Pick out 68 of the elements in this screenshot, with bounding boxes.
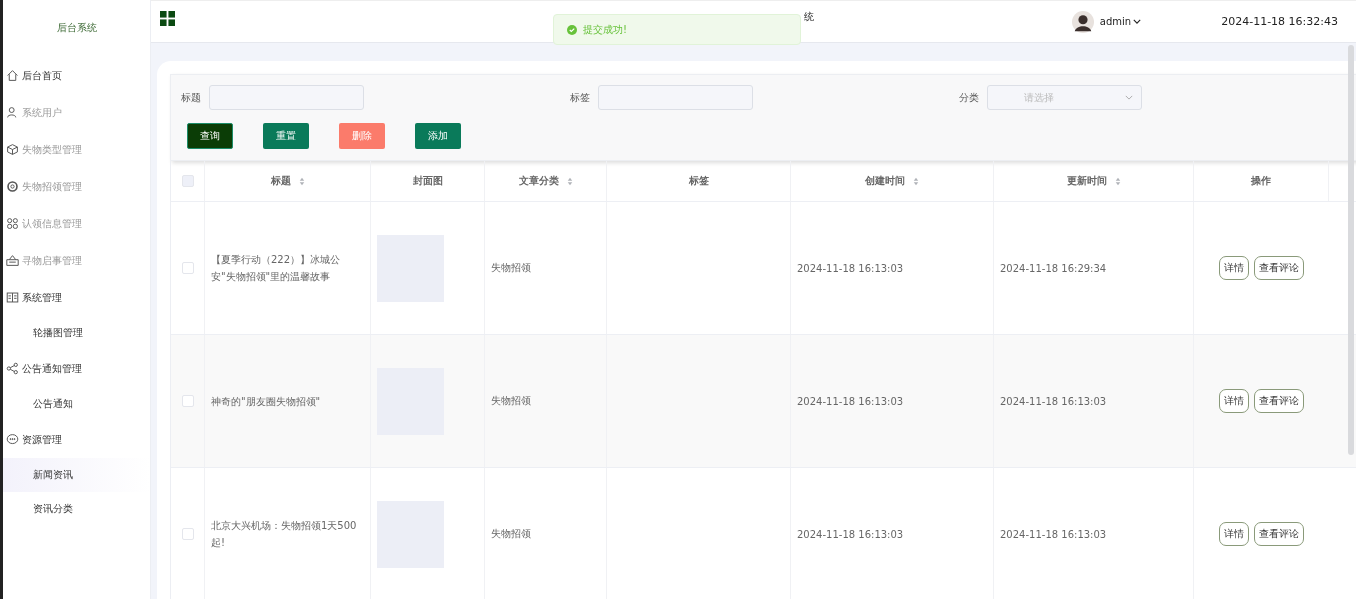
input-field[interactable] — [598, 85, 753, 110]
sort-icon[interactable] — [913, 176, 919, 186]
menu-icon[interactable] — [160, 11, 175, 26]
reset-button[interactable]: 重置 — [263, 123, 309, 149]
query-button[interactable]: 查询 — [187, 123, 233, 149]
table-cell: 失物招领 — [491, 394, 531, 408]
add-button[interactable]: 添加 — [415, 123, 461, 149]
input-field[interactable] — [209, 85, 364, 110]
column-header: 标题 — [270, 174, 291, 188]
sort-icon[interactable] — [566, 176, 573, 186]
board-icon — [6, 254, 19, 267]
datetime: 2024-11-18 16:32:43 — [1221, 15, 1338, 28]
view-comments-button[interactable]: 查看评论 — [1254, 256, 1304, 280]
gear-icon — [6, 180, 19, 193]
caret-icon[interactable] — [1133, 19, 1142, 24]
table-cell-text: 北京大兴机场：失物招领1天500起! — [211, 519, 358, 550]
table-cell: 2024-11-18 16:13:03 — [1000, 395, 1107, 407]
column-header: 标签 — [688, 174, 709, 188]
sidebar-item[interactable]: 轮播图管理 — [3, 316, 150, 350]
view-comments-button[interactable]: 查看评论 — [1254, 389, 1304, 413]
table-cell: 失物招领 — [491, 261, 531, 275]
panel-icon — [6, 291, 19, 304]
sidebar-item[interactable]: 公告通知 — [3, 387, 150, 421]
filter-label: 分类 — [959, 90, 979, 105]
select-all-checkbox[interactable] — [181, 175, 194, 187]
grid-icon — [6, 217, 19, 230]
sidebar-item[interactable]: 系统管理 — [3, 279, 150, 316]
check-circle-icon — [567, 24, 577, 35]
user-menu[interactable]: admin — [1099, 16, 1132, 27]
table-cell: 2024-11-18 16:13:03 — [1000, 528, 1107, 540]
sidebar-item[interactable]: 后台首页 — [3, 57, 150, 94]
scrollbar[interactable] — [1348, 45, 1354, 455]
chat-icon — [6, 433, 19, 446]
column-header: 创建时间 — [865, 174, 905, 188]
user-icon — [6, 106, 19, 119]
row-checkbox[interactable] — [181, 262, 194, 274]
system-title: 统 — [804, 10, 814, 24]
row-checkbox[interactable] — [181, 395, 194, 407]
filter-label: 标签 — [570, 90, 590, 105]
chevron-down-icon — [1125, 95, 1133, 100]
view-comments-button[interactable]: 查看评论 — [1254, 522, 1304, 546]
cube-icon — [6, 143, 19, 156]
column-header: 操作 — [1251, 174, 1271, 188]
table-cell-text: 【夏季行动（222）】冰城公安"失物招领"里的温馨故事 — [211, 253, 342, 284]
row-checkbox[interactable] — [181, 528, 194, 540]
home-icon — [6, 69, 19, 82]
details-button[interactable]: 详情 — [1219, 256, 1249, 280]
sidebar-item[interactable]: 资讯分类 — [3, 492, 150, 526]
column-header: 封面图 — [412, 174, 443, 188]
filter-label: 标题 — [181, 90, 201, 105]
toast-message: 提交成功! — [583, 22, 627, 37]
column-header: 更新时间 — [1066, 174, 1107, 188]
details-button[interactable]: 详情 — [1219, 389, 1249, 413]
table-cell: 2024-11-18 16:29:34 — [1000, 262, 1107, 274]
avatar-icon[interactable] — [1071, 10, 1094, 33]
sidebar-item[interactable]: 公告通知管理 — [3, 350, 150, 387]
sort-icon[interactable] — [298, 176, 305, 186]
sidebar-item[interactable]: 资源管理 — [3, 421, 150, 458]
table-cell: 失物招领 — [491, 527, 531, 541]
column-header: 文章分类 — [518, 174, 559, 188]
table-cell: 2024-11-18 16:13:03 — [797, 395, 904, 407]
table-cell: 2024-11-18 16:13:03 — [797, 262, 904, 274]
app-title: 后台系统 — [55, 21, 98, 35]
sort-icon[interactable] — [1114, 176, 1121, 186]
details-button[interactable]: 详情 — [1219, 522, 1249, 546]
share-icon — [6, 362, 19, 375]
table-cell-text: 神奇的"朋友圈失物招领" — [211, 394, 321, 409]
table-cell: 2024-11-18 16:13:03 — [797, 528, 904, 540]
